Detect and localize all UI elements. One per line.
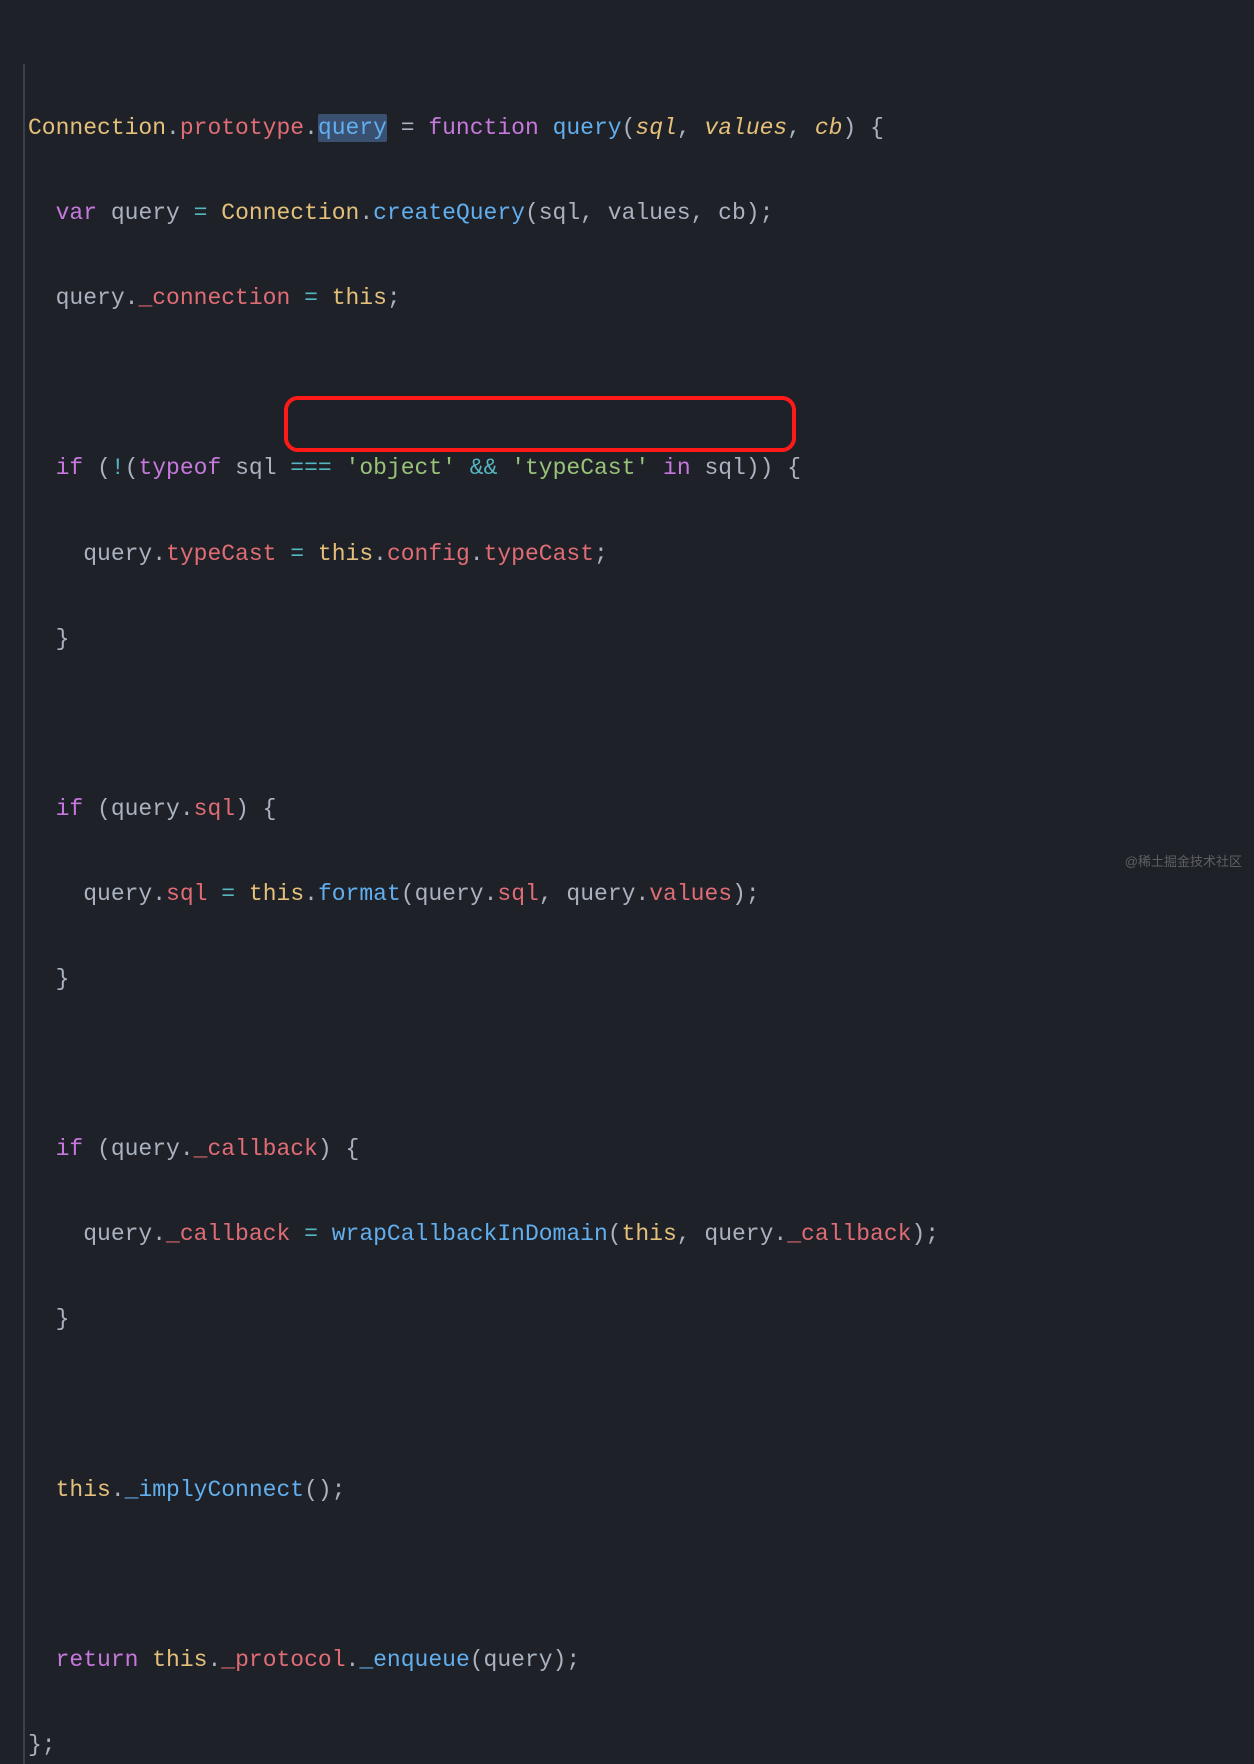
code-line-13: if (query._callback) { xyxy=(28,1128,1254,1171)
code-line-10: query.sql = this.format(query.sql, query… xyxy=(28,873,1254,916)
code-line-19: return this._protocol._enqueue(query); xyxy=(28,1639,1254,1682)
watermark-text: @稀土掘金技术社区 xyxy=(1125,850,1242,874)
collapse-guide xyxy=(23,64,25,1764)
code-line-8 xyxy=(28,703,1254,746)
code-line-4 xyxy=(28,362,1254,405)
code-line-17: this._implyConnect(); xyxy=(28,1469,1254,1512)
code-line-12 xyxy=(28,1043,1254,1086)
code-line-9: if (query.sql) { xyxy=(28,788,1254,831)
code-line-6: query.typeCast = this.config.typeCast; xyxy=(28,533,1254,576)
code-line-7: } xyxy=(28,618,1254,661)
code-line-20: }; xyxy=(28,1724,1254,1764)
code-line-15: } xyxy=(28,1298,1254,1341)
code-line-5: if (!(typeof sql === 'object' && 'typeCa… xyxy=(28,447,1254,490)
code-line-18 xyxy=(28,1554,1254,1597)
code-line-2: var query = Connection.createQuery(sql, … xyxy=(28,192,1254,235)
code-line-1: Connection.prototype.query = function qu… xyxy=(28,107,1254,150)
code-line-14: query._callback = wrapCallbackInDomain(t… xyxy=(28,1213,1254,1256)
code-block: Connection.prototype.query = function qu… xyxy=(28,22,1254,1764)
code-line-3: query._connection = this; xyxy=(28,277,1254,320)
code-line-16 xyxy=(28,1384,1254,1427)
code-line-11: } xyxy=(28,958,1254,1001)
